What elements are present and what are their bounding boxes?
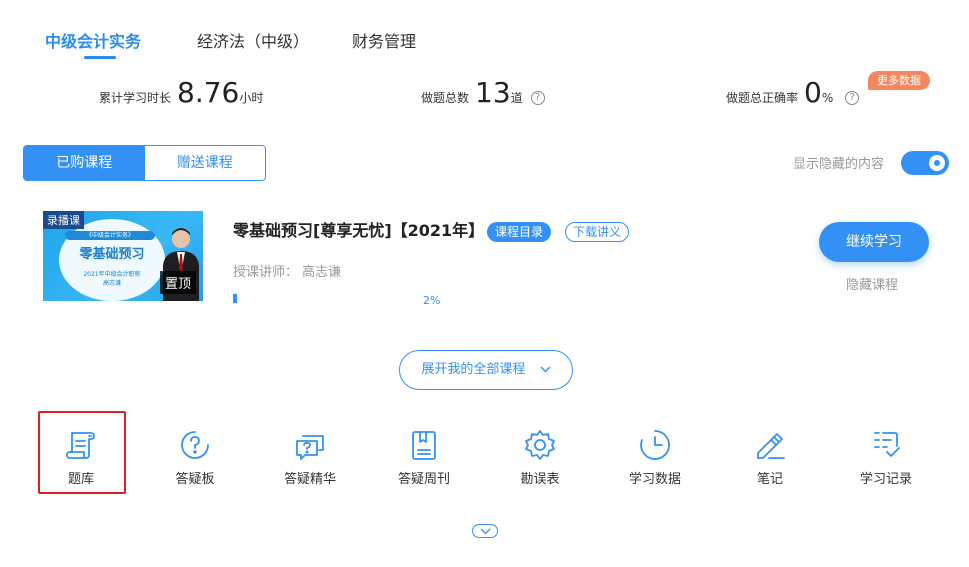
thumbnail-exam: 2021年中级会计职称 <box>83 271 141 278</box>
expand-all-courses-button[interactable]: 展开我的全部课程 <box>399 350 573 390</box>
tool-qa-highlights[interactable]: 答疑精华 <box>260 420 360 490</box>
course-catalog-button[interactable]: 课程目录 <box>487 222 552 242</box>
clock-icon <box>640 430 670 460</box>
expand-all-courses-label: 展开我的全部课程 <box>421 362 526 377</box>
stat-accuracy-unit: % <box>821 91 834 105</box>
tool-qa-board[interactable]: 答疑板 <box>145 420 245 490</box>
pin-to-top-label[interactable]: 置顶 <box>160 271 197 294</box>
stat-accuracy-label: 做题总正确率 <box>726 91 799 105</box>
checklist-icon <box>874 432 900 457</box>
question-circle-icon <box>181 431 209 459</box>
tool-errata[interactable]: 勘误表 <box>490 420 590 490</box>
tool-qa-weekly[interactable]: 答疑周刊 <box>374 420 474 490</box>
tool-study-records-label: 学习记录 <box>859 472 912 487</box>
recorded-course-tag: 录播课 <box>43 211 84 229</box>
thumbnail-subject: 《中级会计实务》 <box>65 231 155 240</box>
gear-icon <box>525 430 555 460</box>
stat-question-count-value: 13 <box>475 76 511 109</box>
scroll-icon <box>66 432 95 459</box>
course-title[interactable]: 零基础预习[尊享无忧]【2021年】 <box>233 217 484 241</box>
course-thumbnail[interactable]: 《中级会计实务》 零基础预习 2021年中级会计职称 高志谦 录播课 置顶 <box>43 211 203 301</box>
help-icon[interactable]: ? <box>845 91 860 105</box>
show-hidden-label: 显示隐藏的内容 <box>793 157 885 172</box>
tool-qa-board-label: 答疑板 <box>175 472 215 487</box>
tool-study-data-label: 学习数据 <box>628 472 681 487</box>
segment-purchased-courses[interactable]: 已购课程 <box>24 146 145 180</box>
collapse-toggle-button[interactable] <box>472 524 498 538</box>
tool-qa-weekly-label: 答疑周刊 <box>397 472 450 487</box>
show-hidden-toggle[interactable] <box>901 151 949 175</box>
tool-question-bank[interactable]: 题库 <box>31 420 131 490</box>
active-tab-underline <box>84 56 116 59</box>
chevron-down-icon <box>480 528 491 535</box>
continue-learning-button[interactable]: 继续学习 <box>819 222 929 262</box>
segment-gifted-courses[interactable]: 赠送课程 <box>144 146 265 180</box>
course-type-segment: 已购课程 赠送课程 <box>23 145 266 181</box>
course-progress-fill <box>233 294 237 303</box>
tab-financial-management[interactable]: 财务管理 <box>352 28 416 52</box>
stat-study-time-value: 8.76 <box>177 76 240 109</box>
tab-economic-law[interactable]: 经济法（中级） <box>197 28 309 52</box>
stat-study-time-label: 累计学习时长 <box>99 91 172 105</box>
course-progress-bar <box>233 294 413 303</box>
stat-question-count: 做题总数 13 道 ? <box>421 76 545 109</box>
tab-intermediate-accounting[interactable]: 中级会计实务 <box>45 28 141 52</box>
stat-study-time-unit: 小时 <box>239 91 264 105</box>
course-teacher: 授课讲师： 高志谦 <box>233 265 342 280</box>
stat-question-count-unit: 道 <box>510 91 523 105</box>
hide-course-link[interactable]: 隐藏课程 <box>846 274 898 293</box>
tool-qa-highlights-label: 答疑精华 <box>283 472 336 487</box>
tool-study-records[interactable]: 学习记录 <box>836 420 936 490</box>
thumbnail-teacher: 高志谦 <box>102 280 121 287</box>
more-data-badge[interactable]: 更多数据 <box>868 71 930 90</box>
stat-question-count-label: 做题总数 <box>421 91 470 105</box>
stat-accuracy: 做题总正确率 0 % ? <box>726 76 860 109</box>
help-icon[interactable]: ? <box>530 91 545 105</box>
pencil-icon <box>757 433 785 459</box>
tool-notes-label: 笔记 <box>756 472 783 487</box>
toggle-knob <box>929 155 945 171</box>
chat-question-icon <box>296 435 324 460</box>
tool-question-bank-label: 题库 <box>67 472 94 487</box>
chevron-down-icon <box>540 351 551 389</box>
download-notes-button[interactable]: 下载讲义 <box>565 222 630 242</box>
thumbnail-title: 零基础预习 <box>79 247 145 262</box>
tool-study-data[interactable]: 学习数据 <box>605 420 705 490</box>
tool-errata-label: 勘误表 <box>520 472 560 487</box>
course-progress-text: 2% <box>423 294 441 307</box>
stat-accuracy-value: 0 <box>804 76 822 109</box>
stat-study-time: 累计学习时长 8.76 小时 <box>99 76 263 109</box>
tool-notes[interactable]: 笔记 <box>720 420 820 490</box>
bookmark-book-icon <box>412 431 436 460</box>
